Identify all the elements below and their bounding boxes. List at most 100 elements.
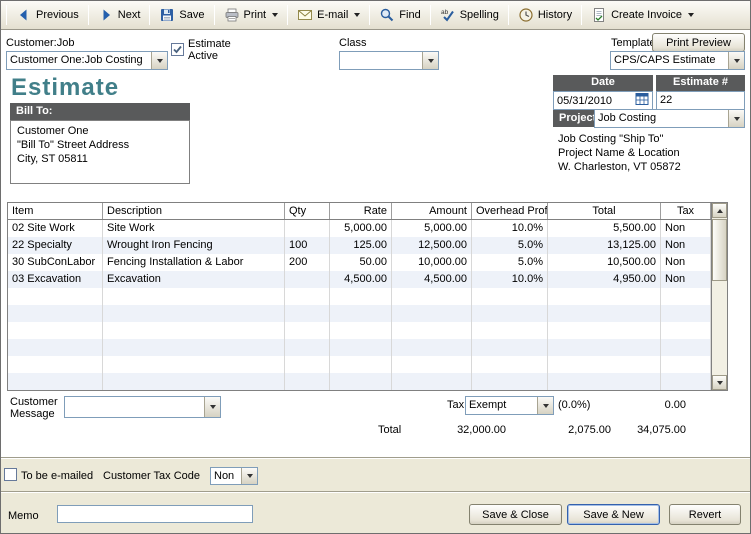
cell-total[interactable]: 10,500.00 <box>548 254 661 271</box>
column-header-amount: Amount <box>392 203 472 219</box>
dropdown-button[interactable] <box>537 397 553 414</box>
cell-qty[interactable]: 100 <box>285 237 330 254</box>
table-row-empty[interactable] <box>8 305 711 322</box>
cell-overhead-profit[interactable]: 5.0% <box>472 237 548 254</box>
cell-qty[interactable]: 200 <box>285 254 330 271</box>
save-icon <box>159 7 175 23</box>
printer-icon <box>224 7 240 23</box>
vertical-scrollbar[interactable] <box>711 203 727 390</box>
save-button[interactable]: Save <box>152 3 211 27</box>
envelope-icon <box>297 7 313 23</box>
cell-amount[interactable]: 12,500.00 <box>392 237 472 254</box>
customer-tax-code-dropdown[interactable]: Non <box>210 467 258 485</box>
save-new-button[interactable]: Save & New <box>567 504 660 525</box>
create-invoice-button[interactable]: Create Invoice <box>584 3 701 27</box>
to-be-emailed-checkbox[interactable] <box>4 468 17 481</box>
cell-item[interactable]: 22 Specialty <box>8 237 103 254</box>
ship-to-address[interactable]: Job Costing "Ship To" Project Name & Loc… <box>558 132 681 174</box>
previous-button[interactable]: Previous <box>9 3 86 27</box>
dropdown-button[interactable] <box>241 468 257 484</box>
cell-description[interactable]: Wrought Iron Fencing <box>103 237 285 254</box>
cell-overhead-profit[interactable]: 10.0% <box>472 271 548 288</box>
cell-tax[interactable]: Non <box>661 254 711 271</box>
dropdown-button[interactable] <box>422 52 438 69</box>
dropdown-button[interactable] <box>151 52 167 69</box>
scrollbar-thumb[interactable] <box>712 219 727 281</box>
template-dropdown[interactable]: CPS/CAPS Estimate <box>610 51 745 70</box>
estimate-number-field[interactable]: 22 <box>656 91 745 110</box>
table-row[interactable]: 30 SubConLabor Fencing Installation & La… <box>8 254 711 271</box>
checkmark-icon <box>172 44 183 55</box>
scroll-down-button[interactable] <box>712 375 727 390</box>
date-field[interactable]: 05/31/2010 <box>553 91 653 110</box>
cell-description[interactable]: Site Work <box>103 220 285 237</box>
project-dropdown[interactable]: Job Costing <box>594 109 745 128</box>
chevron-down-icon <box>543 404 549 408</box>
table-row-empty[interactable] <box>8 356 711 373</box>
cell-overhead-profit[interactable]: 10.0% <box>472 220 548 237</box>
table-row-empty[interactable] <box>8 288 711 305</box>
customer-message-dropdown[interactable] <box>64 396 221 418</box>
dropdown-button[interactable] <box>204 397 220 417</box>
cell-overhead-profit[interactable]: 5.0% <box>472 254 548 271</box>
cell-total[interactable]: 4,950.00 <box>548 271 661 288</box>
cell-item[interactable]: 02 Site Work <box>8 220 103 237</box>
cell-description[interactable]: Fencing Installation & Labor <box>103 254 285 271</box>
customer-job-value: Customer One:Job Costing <box>7 52 151 69</box>
tax-dropdown[interactable]: Exempt <box>465 396 554 415</box>
table-row-empty[interactable] <box>8 339 711 356</box>
chevron-down-icon <box>734 117 740 121</box>
cell-amount[interactable]: 4,500.00 <box>392 271 472 288</box>
calendar-icon[interactable] <box>635 92 649 109</box>
table-row[interactable]: 02 Site Work Site Work 5,000.00 5,000.00… <box>8 220 711 237</box>
cell-total[interactable]: 5,500.00 <box>548 220 661 237</box>
find-button[interactable]: Find <box>372 3 427 27</box>
table-row-empty[interactable] <box>8 373 711 390</box>
cell-rate[interactable]: 5,000.00 <box>330 220 392 237</box>
revert-button[interactable]: Revert <box>669 504 741 525</box>
cell-total[interactable]: 13,125.00 <box>548 237 661 254</box>
cell-description[interactable]: Excavation <box>103 271 285 288</box>
chevron-down-icon[interactable] <box>272 13 278 17</box>
arrow-left-icon <box>16 7 32 23</box>
save-close-button[interactable]: Save & Close <box>469 504 562 525</box>
cell-rate[interactable]: 4,500.00 <box>330 271 392 288</box>
cell-amount[interactable]: 10,000.00 <box>392 254 472 271</box>
estimate-active-checkbox[interactable] <box>171 43 184 56</box>
dropdown-button[interactable] <box>728 110 744 127</box>
scroll-up-button[interactable] <box>712 203 727 218</box>
chevron-down-icon[interactable] <box>354 13 360 17</box>
spelling-button[interactable]: ab Spelling <box>433 3 506 27</box>
cell-tax[interactable]: Non <box>661 271 711 288</box>
table-row[interactable]: 03 Excavation Excavation 4,500.00 4,500.… <box>8 271 711 288</box>
cell-rate[interactable]: 125.00 <box>330 237 392 254</box>
cell-qty[interactable] <box>285 220 330 237</box>
memo-input[interactable] <box>57 505 253 523</box>
chevron-down-icon[interactable] <box>688 13 694 17</box>
divider <box>1 457 750 459</box>
toolbar-separator <box>369 5 370 25</box>
toolbar-separator <box>581 5 582 25</box>
table-row[interactable]: 22 Specialty Wrought Iron Fencing 100 12… <box>8 237 711 254</box>
next-label: Next <box>118 9 141 21</box>
to-be-emailed-label: To be e-mailed <box>21 470 93 482</box>
cell-qty[interactable] <box>285 271 330 288</box>
cell-amount[interactable]: 5,000.00 <box>392 220 472 237</box>
cell-item[interactable]: 03 Excavation <box>8 271 103 288</box>
print-preview-button[interactable]: Print Preview <box>652 33 745 52</box>
next-button[interactable]: Next <box>91 3 148 27</box>
table-row-empty[interactable] <box>8 322 711 339</box>
cell-rate[interactable]: 50.00 <box>330 254 392 271</box>
bill-to-address[interactable]: Customer One "Bill To" Street Address Ci… <box>10 120 190 184</box>
history-button[interactable]: History <box>511 3 579 27</box>
toolbar-separator <box>88 5 89 25</box>
cell-item[interactable]: 30 SubConLabor <box>8 254 103 271</box>
customer-job-dropdown[interactable]: Customer One:Job Costing <box>6 51 168 70</box>
print-button[interactable]: Print <box>217 3 286 27</box>
cell-tax[interactable]: Non <box>661 220 711 237</box>
column-header-overhead-profit: Overhead Profit <box>472 203 548 219</box>
class-dropdown[interactable] <box>339 51 439 70</box>
dropdown-button[interactable] <box>728 52 744 69</box>
cell-tax[interactable]: Non <box>661 237 711 254</box>
email-button[interactable]: E-mail <box>290 3 367 27</box>
